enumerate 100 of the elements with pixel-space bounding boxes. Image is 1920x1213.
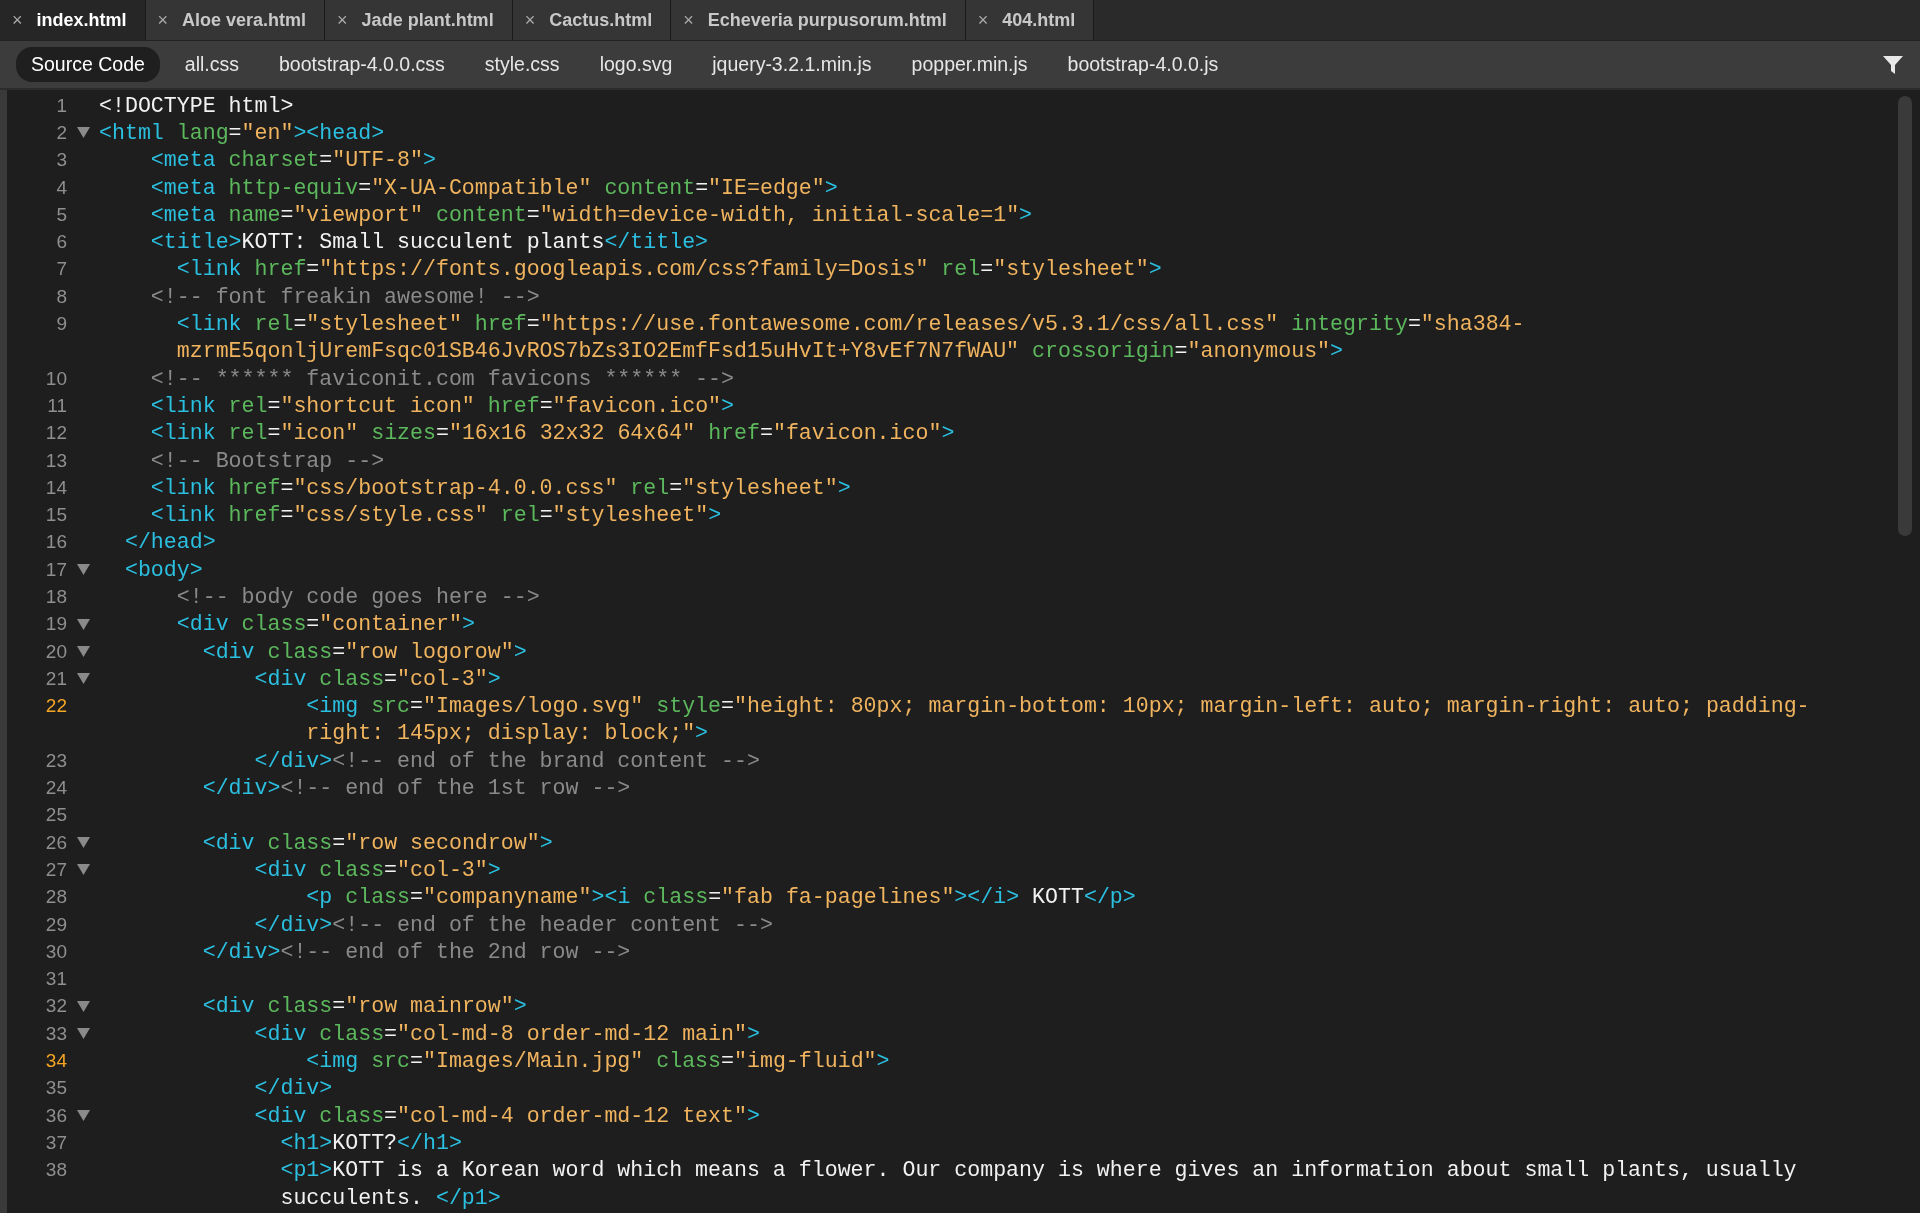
related-file-tab[interactable]: all.css [169,47,254,82]
line-number: 37 [44,1131,67,1154]
code-line: <div class="container"> [175,612,475,637]
code-line: <div class="col-3"> [253,857,501,882]
line-number: 30 [44,940,67,963]
line-number: 23 [44,749,67,772]
line-number: 14 [44,476,67,499]
line-number: 22 [44,695,67,718]
related-file-tab[interactable]: Source Code [16,47,160,82]
line-number: 28 [44,886,67,909]
line-number: 38 [44,1159,67,1182]
scrollbar-thumb[interactable] [1898,96,1912,536]
code-line: </div> [253,1076,333,1101]
code-line: <p1>KOTT is a Korean word which means a flower. Our company is where gives an information about small plants, usually [279,1158,1797,1183]
line-number: 13 [44,449,67,472]
line-number: 6 [55,231,67,254]
code-line: <meta http-equiv="X-UA-Compatible" content="IE=edge"> [149,175,838,200]
code-line: <!-- Bootstrap --> [149,448,385,473]
line-number: 7 [55,258,67,281]
file-tab[interactable]: × Aloe vera.html [145,0,326,40]
line-number: 32 [44,995,67,1018]
code-line: <div class="row mainrow"> [201,994,527,1019]
fold-triangle-icon[interactable] [76,564,90,576]
code-line: </div><!-- end of the header content --> [253,912,773,937]
line-number: 24 [44,777,67,800]
code-line: right: 145px; display: block;"> [305,721,709,746]
close-icon[interactable]: × [977,9,989,31]
line-number: 11 [46,394,67,417]
line-number: 5 [55,203,67,226]
fold-triangle-icon[interactable] [76,1110,90,1122]
code-line: <html lang="en"><head> [99,120,385,145]
line-number: 27 [44,858,67,881]
code-line: <p class="companyname"><i class="fab fa-pagelines"></i> KOTT</p> [305,885,1136,910]
code-line: <link rel="stylesheet" href="https://use.fontawesome.com/releases/v5.3.1/css/all.css" integrity="sha384- [175,312,1525,336]
code-line: succulents. </p1> [279,1185,501,1210]
fold-triangle-icon[interactable] [76,618,90,630]
code-line: <img src="Images/Main.jpg" class="img-fluid"> [305,1049,890,1074]
line-number: 20 [44,640,67,663]
code-line: <meta charset="UTF-8"> [149,148,436,173]
code-line: <body> [123,557,203,582]
line-number: 10 [44,367,67,390]
fold-triangle-icon[interactable] [76,127,90,139]
file-tab[interactable]: × Cactus.html [512,0,672,40]
code-line: <div class="row logorow"> [201,639,527,664]
line-number: 26 [44,831,67,854]
line-number: 29 [44,913,67,936]
code-line: </div><!-- end of the 2nd row --> [201,939,631,964]
code-line: </div><!-- end of the brand content --> [253,748,760,773]
fold-triangle-icon[interactable] [76,864,90,876]
related-file-tab[interactable]: bootstrap-4.0.0.js [1052,47,1234,82]
file-tab[interactable]: × Echeveria purpusorum.html [671,0,966,40]
code-line: <meta name="viewport" content="width=device-width, initial-scale=1"> [149,202,1033,227]
line-number: 1 [55,94,67,117]
fold-triangle-icon[interactable] [76,673,90,685]
related-file-tab[interactable]: popper.min.js [896,47,1043,82]
code-line: <div class="col-md-4 order-md-12 text"> [253,1103,760,1128]
code-line: <link href="css/style.css" rel="stylesheet"> [149,503,722,528]
file-tab[interactable]: × index.html [0,0,146,40]
code-line: <title>KOTT: Small succulent plants</title> [149,230,709,255]
fold-triangle-icon[interactable] [76,1028,90,1040]
related-file-tab[interactable]: bootstrap-4.0.0.css [264,47,460,82]
line-number: 19 [44,613,67,636]
line-number: 33 [44,1022,67,1045]
filter-icon[interactable] [1882,53,1904,76]
line-number: 16 [44,531,67,554]
line-number: 12 [44,422,67,445]
code-line: mzrmE5qonljUremFsqc01SB46JvROS7bZs3IO2EmfFsd15uHvIt+Y8vEf7N7fWAU" crossorigin="anonymous"> [175,339,1344,364]
code-line: <div class="col-md-8 order-md-12 main"> [253,1021,760,1046]
fold-triangle-icon[interactable] [76,1000,90,1012]
line-number: 34 [44,1050,67,1073]
code-line: <link href="css/bootstrap-4.0.0.css" rel="stylesheet"> [149,475,851,500]
line-number: 36 [44,1104,67,1127]
code-line: <link rel="icon" sizes="16x16 32x32 64x64" href="favicon.ico"> [149,421,955,446]
close-icon[interactable]: × [12,9,23,31]
related-file-tab[interactable]: jquery-3.2.1.min.js [697,47,887,82]
code-line: <!-- ****** faviconit.com favicons ****** --> [149,366,734,391]
code-line: <!DOCTYPE html> [99,93,294,118]
code-line: <!-- body code goes here --> [175,585,540,609]
related-file-tab[interactable]: style.css [469,47,575,82]
code-line: <div class="row secondrow"> [201,830,553,855]
close-icon[interactable]: × [683,9,694,31]
file-tab[interactable]: × Jade plant.html [325,0,513,40]
code-line: <link rel="shortcut icon" href="favicon.ico"> [149,393,735,418]
line-number: 18 [44,586,67,608]
close-icon[interactable]: × [524,9,536,31]
line-number: 4 [55,176,67,199]
fold-triangle-icon[interactable] [76,837,90,849]
line-number: 3 [55,149,67,172]
fold-triangle-icon[interactable] [76,646,90,658]
code-line: <h1>KOTT?</h1> [279,1130,462,1155]
line-number: 2 [55,121,67,144]
line-number: 35 [44,1077,67,1100]
close-icon[interactable]: × [157,9,169,31]
code-line: </head> [123,530,216,555]
code-line: <img src="Images/logo.svg" style="height: 80px; margin-bottom: 10px; margin-left: auto; margin-right: auto; padding- [305,694,1810,719]
file-tab[interactable]: × 404.html [965,0,1095,40]
related-file-tab[interactable]: logo.svg [584,47,688,82]
line-number: 9 [55,313,67,335]
code-line: <link href="https://fonts.googleapis.com/css?family=Dosis" rel="stylesheet"> [175,257,1162,282]
close-icon[interactable]: × [337,9,348,31]
